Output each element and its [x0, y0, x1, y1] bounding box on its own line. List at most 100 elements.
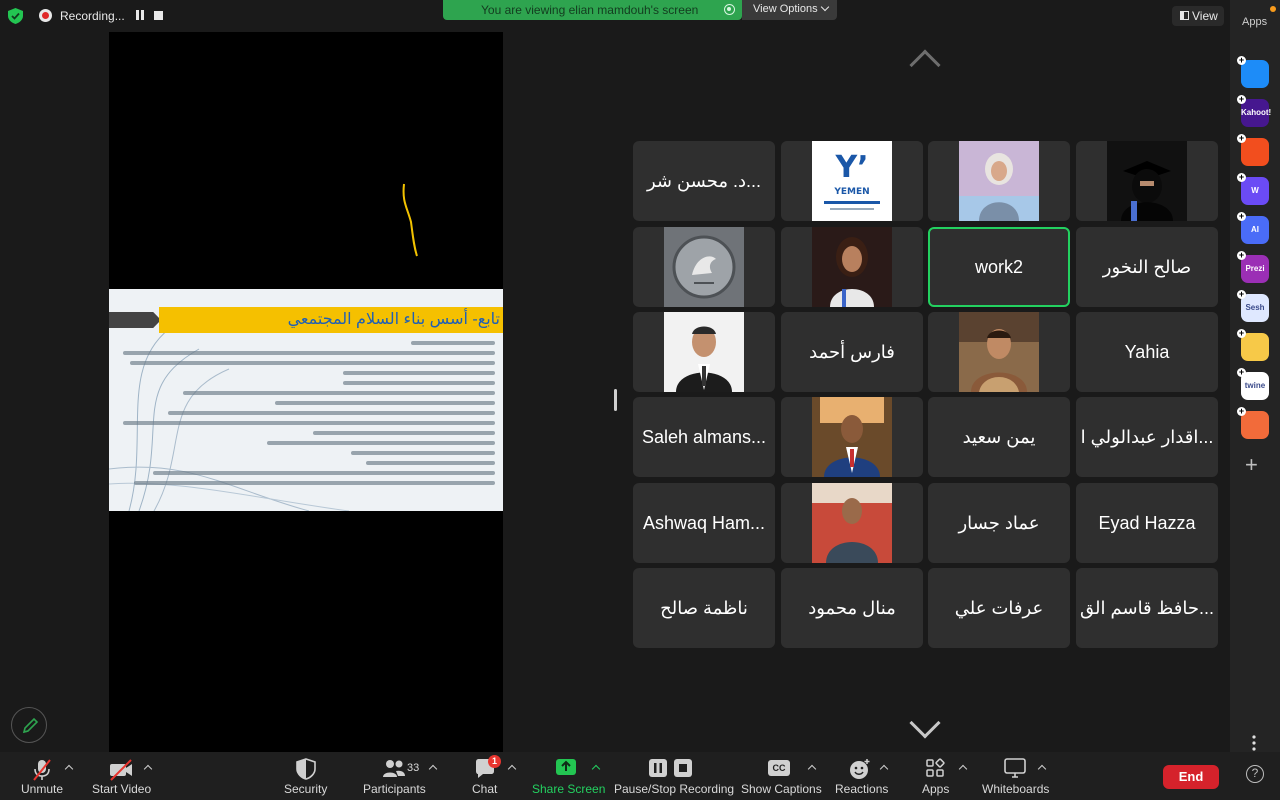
add-app-plus-icon: +: [1237, 211, 1246, 221]
view-options-button[interactable]: View Options: [742, 0, 837, 20]
start-video-button[interactable]: Start Video: [92, 752, 152, 800]
unmute-button[interactable]: Unmute: [20, 752, 64, 800]
participant-tile-photo-man-3[interactable]: [781, 397, 923, 477]
participants-count: 33: [407, 762, 420, 774]
whiteboards-button[interactable]: Whiteboards: [980, 752, 1050, 800]
participant-tile[interactable]: Saleh almans...: [633, 397, 775, 477]
kahoot-app-icon[interactable]: Kahoot!: [1241, 99, 1271, 127]
apps-options-caret-icon[interactable]: [958, 764, 968, 774]
slide-title-bar: تابع- أسس بناء السلام المجتمعي: [159, 307, 503, 333]
participant-tile[interactable]: Yahia: [1076, 312, 1218, 392]
participant-tile[interactable]: منال محمود: [781, 568, 923, 648]
app-3-app-icon[interactable]: [1241, 138, 1269, 166]
layout-icon: [1180, 11, 1189, 20]
participant-tile[interactable]: Ashwaq Ham...: [633, 483, 775, 563]
participant-tile-photo-man-2[interactable]: [928, 312, 1070, 392]
sesh-app-icon[interactable]: Sesh: [1241, 294, 1269, 322]
more-options-icon[interactable]: [1252, 735, 1256, 751]
apps-button[interactable]: Apps: [920, 752, 950, 800]
app-4-app-icon[interactable]: W: [1241, 177, 1269, 205]
participant-tile[interactable]: حافظ قاسم الق...: [1076, 568, 1218, 648]
participant-tile[interactable]: work2: [928, 227, 1070, 307]
participants-button[interactable]: 33 Participants: [362, 752, 426, 800]
microphone-muted-icon: [33, 759, 51, 781]
pencil-icon: [22, 717, 39, 734]
stop-recording-icon[interactable]: [154, 11, 163, 20]
participants-icon: [383, 760, 405, 777]
participant-tile-photo-woman-2[interactable]: [1076, 141, 1218, 221]
gallery-page-down-icon[interactable]: [909, 707, 941, 739]
participant-tile[interactable]: فارس أحمد: [781, 312, 923, 392]
add-app-plus-icon: +: [1237, 133, 1246, 143]
security-button[interactable]: Security: [283, 752, 329, 800]
shield-icon: [296, 758, 316, 780]
app-10-app-icon[interactable]: [1241, 411, 1269, 439]
security-label: Security: [284, 782, 328, 796]
participant-tile-photo-woman-1[interactable]: [928, 141, 1070, 221]
shared-screen[interactable]: تابع- أسس بناء السلام المجتمعي: [109, 32, 503, 752]
video-camera-off-icon: [110, 759, 132, 781]
app-1-app-icon[interactable]: [1241, 60, 1269, 88]
participant-tile[interactable]: يمن سعيد: [928, 397, 1070, 477]
participant-name: Saleh almans...: [641, 426, 767, 447]
captions-icon: CC: [768, 760, 790, 776]
participant-name: صالح النخور: [1102, 256, 1192, 277]
participant-tile[interactable]: د. محسن شر...: [633, 141, 775, 221]
participant-tile-photo-emblem[interactable]: [633, 227, 775, 307]
split-view-handle[interactable]: [614, 389, 617, 411]
meeting-toolbar: Unmute Start Video Security 33 Participa…: [0, 752, 1280, 800]
participants-options-caret-icon[interactable]: [428, 764, 438, 774]
chat-unread-badge: 1: [488, 755, 501, 768]
participant-tile-photo-man-4[interactable]: [781, 483, 923, 563]
help-icon[interactable]: ?: [1246, 765, 1264, 783]
apps-sidebar-label: Apps: [1242, 16, 1268, 28]
whiteboards-label: Whiteboards: [982, 782, 1050, 796]
participant-tile[interactable]: Eyad Hazza: [1076, 483, 1218, 563]
show-captions-button[interactable]: CC Show Captions: [740, 752, 822, 800]
chat-options-caret-icon[interactable]: [507, 764, 517, 774]
participant-name: يمن سعيد: [962, 426, 1036, 447]
whiteboard-icon: [1004, 758, 1026, 778]
participant-tile-photo-man-1[interactable]: [633, 312, 775, 392]
gallery-page-up-icon[interactable]: [909, 49, 941, 81]
annotate-button[interactable]: [11, 707, 47, 743]
add-app-plus-icon: +: [1237, 406, 1246, 416]
participant-video-yemen-logo: Y’ YEMEN: [812, 141, 892, 221]
participant-tile[interactable]: عماد جسار: [928, 483, 1070, 563]
participant-tile-photo-woman-3[interactable]: [781, 227, 923, 307]
end-meeting-button[interactable]: End: [1163, 765, 1219, 789]
add-app-icon[interactable]: +: [1245, 452, 1258, 478]
participant-name: Eyad Hazza: [1098, 512, 1196, 533]
prezi-app-icon[interactable]: Prezi: [1241, 255, 1269, 283]
viewing-screen-banner: You are viewing elian mamdouh's screen: [443, 0, 742, 20]
app-5-app-icon[interactable]: AI: [1241, 216, 1269, 244]
add-app-plus-icon: +: [1237, 55, 1246, 65]
stop-icon: [674, 759, 692, 777]
reactions-button[interactable]: Reactions: [834, 752, 888, 800]
participant-name: work2: [974, 256, 1023, 277]
share-screen-button[interactable]: Share Screen: [530, 752, 605, 800]
twine-app-icon[interactable]: twine: [1241, 372, 1269, 400]
pause-stop-recording-button[interactable]: Pause/Stop Recording: [612, 752, 734, 800]
reaction-emoji-icon: [850, 759, 870, 779]
participant-tile[interactable]: صالح النخور: [1076, 227, 1218, 307]
view-button[interactable]: View: [1172, 6, 1224, 26]
participant-video-photo-woman-2: [1107, 141, 1187, 221]
add-app-plus-icon: +: [1237, 367, 1246, 377]
participant-video-photo-man-3: [812, 397, 892, 477]
audio-options-caret-icon[interactable]: [64, 764, 74, 774]
pause-icon: [649, 759, 667, 777]
participant-tile[interactable]: ناظمة صالح: [633, 568, 775, 648]
participant-video-photo-woman-3: [812, 227, 892, 307]
add-app-plus-icon: +: [1237, 94, 1246, 104]
participant-video-photo-man-1: [664, 312, 744, 392]
participant-tile[interactable]: اقدار عبدالولي ا...: [1076, 397, 1218, 477]
app-8-app-icon[interactable]: [1241, 333, 1269, 361]
participant-tile-yemen-logo[interactable]: Y’ YEMEN: [781, 141, 923, 221]
participant-video-photo-man-2: [959, 312, 1039, 392]
shield-check-icon: [8, 8, 23, 24]
participant-tile[interactable]: عرفات علي: [928, 568, 1070, 648]
recording-label: Recording...: [60, 9, 125, 23]
pause-recording-icon[interactable]: [136, 10, 144, 20]
participant-name: Ashwaq Ham...: [642, 512, 766, 533]
